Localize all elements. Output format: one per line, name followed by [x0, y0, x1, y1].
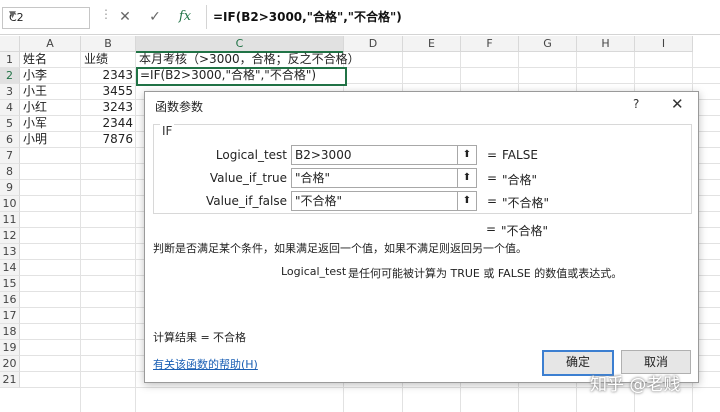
row-header-20[interactable]: 20	[0, 356, 20, 372]
cell-b2[interactable]: 2343	[81, 68, 133, 83]
cell-a2[interactable]: 小李	[23, 68, 47, 83]
cell-c1[interactable]: 本月考核（>3000，合格；反之不合格）	[139, 52, 360, 67]
cell-b1[interactable]: 业绩	[84, 52, 108, 67]
row-header-11[interactable]: 11	[0, 212, 20, 228]
row-header-5[interactable]: 5	[0, 116, 20, 132]
cell-b5[interactable]: 2344	[81, 116, 133, 131]
row-header-8[interactable]: 8	[0, 164, 20, 180]
collapse-dialog-icon[interactable]: ⬆	[457, 145, 477, 165]
gridline	[135, 52, 136, 412]
arg-help-name: Logical_test	[281, 265, 347, 278]
close-icon[interactable]: ✕	[671, 95, 684, 113]
row-header-1[interactable]: 1	[0, 52, 20, 68]
column-header-e[interactable]: E	[403, 36, 461, 52]
column-header-g[interactable]: G	[519, 36, 577, 52]
calc-result-label: 计算结果 =	[153, 331, 210, 344]
row-header-17[interactable]: 17	[0, 308, 20, 324]
row-header-12[interactable]: 12	[0, 228, 20, 244]
arg-result: FALSE	[502, 148, 538, 162]
arg-result: "不合格"	[502, 196, 550, 210]
formula-bar: C2 ▼ ⋮ ✕ ✓ fx =IF(B2>3000,"合格","不合格")	[0, 0, 720, 35]
column-header-a[interactable]: A	[20, 36, 81, 52]
function-help-link[interactable]: 有关该函数的帮助(H)	[153, 356, 258, 372]
equals-sign: =	[487, 194, 498, 208]
cell-a6[interactable]: 小明	[23, 132, 47, 147]
row-header-10[interactable]: 10	[0, 196, 20, 212]
equals-sign: =	[487, 148, 498, 162]
row-header-18[interactable]: 18	[0, 324, 20, 340]
cell-b6[interactable]: 7876	[81, 132, 133, 147]
cell-b3[interactable]: 3455	[81, 84, 133, 99]
separator-dots-icon: ⋮	[100, 7, 112, 21]
row-header-13[interactable]: 13	[0, 244, 20, 260]
arg-row-logical-test: Logical_test B2>3000 ⬆ = FALSE	[154, 145, 691, 165]
insert-function-icon[interactable]: fx	[174, 6, 196, 28]
overall-result: "不合格"	[501, 224, 549, 238]
row-header-4[interactable]: 4	[0, 100, 20, 116]
column-header-c[interactable]: C	[136, 36, 344, 53]
value-if-true-input[interactable]: "合格"	[291, 168, 458, 188]
cell-a1[interactable]: 姓名	[23, 52, 47, 67]
cell-c2[interactable]: =IF(B2>3000,"合格","不合格")	[140, 68, 316, 83]
column-header-i[interactable]: I	[635, 36, 693, 52]
logical-test-input[interactable]: B2>3000	[291, 145, 458, 165]
cell-a5[interactable]: 小军	[23, 116, 47, 131]
row-header-7[interactable]: 7	[0, 148, 20, 164]
arg-label: Value_if_true	[209, 171, 287, 185]
row-header-16[interactable]: 16	[0, 292, 20, 308]
arg-help-text: 是任何可能被计算为 TRUE 或 FALSE 的数值或表达式。	[348, 267, 623, 280]
collapse-dialog-icon[interactable]: ⬆	[457, 191, 477, 211]
name-box[interactable]: C2 ▼	[2, 7, 90, 29]
row-header-2[interactable]: 2	[0, 68, 20, 84]
arg-row-value-if-false: Value_if_false "不合格" ⬆ = "不合格"	[154, 191, 691, 211]
value-if-false-input[interactable]: "不合格"	[291, 191, 458, 211]
cell-a4[interactable]: 小红	[23, 100, 47, 115]
function-arguments-dialog: 函数参数 ? ✕ IF Logical_test B2>3000 ⬆ = FAL…	[144, 91, 699, 383]
cell-a3[interactable]: 小王	[23, 84, 47, 99]
cancel-icon[interactable]: ✕	[114, 6, 136, 28]
dialog-title: 函数参数	[155, 100, 204, 114]
arg-label: Logical_test	[215, 148, 287, 162]
row-header-6[interactable]: 6	[0, 132, 20, 148]
column-header-f[interactable]: F	[461, 36, 519, 52]
function-description: 判断是否满足某个条件，如果满足返回一个值，如果不满足则返回另一个值。	[153, 242, 527, 255]
row-header-21[interactable]: 21	[0, 372, 20, 388]
collapse-dialog-icon[interactable]: ⬆	[457, 168, 477, 188]
row-header-3[interactable]: 3	[0, 84, 20, 100]
column-header-d[interactable]: D	[344, 36, 403, 52]
cell-b4[interactable]: 3243	[81, 100, 133, 115]
function-name: IF	[160, 124, 175, 138]
enter-icon[interactable]: ✓	[144, 6, 166, 28]
overall-equals-sign: =	[486, 222, 497, 236]
active-cell-c2[interactable]: =IF(B2>3000,"合格","不合格")	[136, 67, 347, 86]
arguments-group: IF Logical_test B2>3000 ⬆ = FALSE Value_…	[153, 124, 692, 214]
row-header-9[interactable]: 9	[0, 180, 20, 196]
row-header-15[interactable]: 15	[0, 276, 20, 292]
arg-row-value-if-true: Value_if_true "合格" ⬆ = "合格"	[154, 168, 691, 188]
arg-label: Value_if_false	[205, 194, 287, 208]
arg-result: "合格"	[502, 173, 538, 187]
watermark: 知乎 @老贱	[590, 375, 681, 395]
help-icon[interactable]: ?	[633, 97, 639, 111]
formula-input[interactable]: =IF(B2>3000,"合格","不合格")	[206, 5, 720, 29]
row-header-19[interactable]: 19	[0, 340, 20, 356]
calc-result-value: 不合格	[213, 331, 246, 344]
column-header-h[interactable]: H	[577, 36, 635, 52]
chevron-down-icon[interactable]: ▼	[9, 10, 85, 20]
row-header-14[interactable]: 14	[0, 260, 20, 276]
column-header-b[interactable]: B	[81, 36, 136, 52]
equals-sign: =	[487, 171, 498, 185]
select-all-corner[interactable]	[0, 36, 20, 52]
